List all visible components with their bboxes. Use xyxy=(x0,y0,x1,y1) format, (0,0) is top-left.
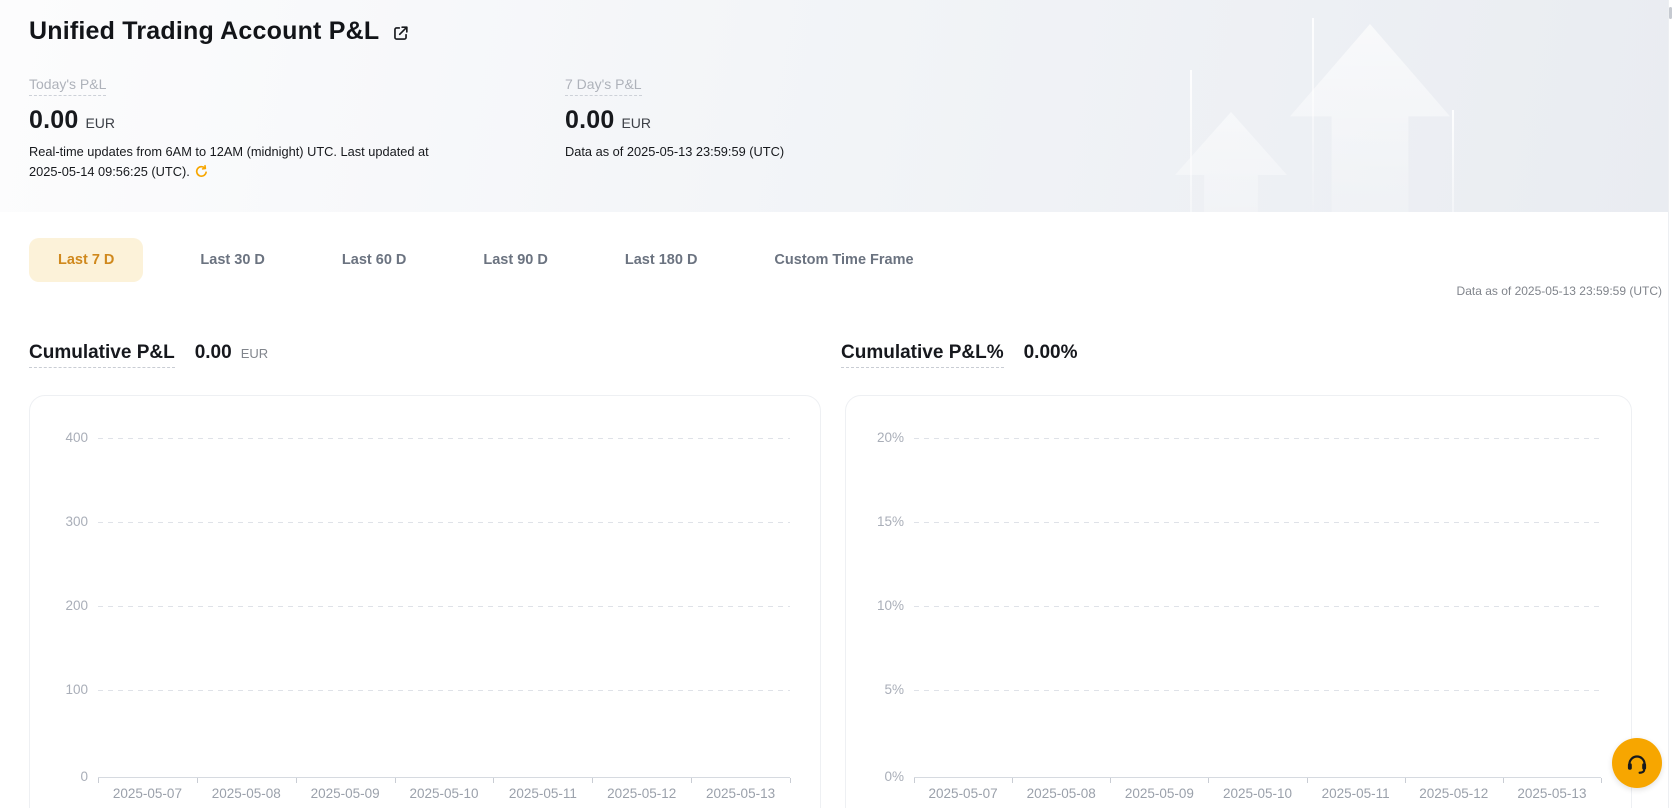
x-axis-date-label: 2025-05-09 xyxy=(1104,786,1214,801)
y-axis-tick-label: 100 xyxy=(30,682,88,697)
seven-day-pnl-currency: EUR xyxy=(621,115,651,131)
x-axis-date-label: 2025-05-08 xyxy=(1006,786,1116,801)
unified-trading-pnl-page: Unified Trading Account P&L Today's P&L … xyxy=(0,0,1673,808)
x-axis-tick xyxy=(493,778,494,783)
time-range-tabs: Last 7 D Last 30 D Last 60 D Last 90 D Last … xyxy=(29,238,934,282)
x-axis-tick xyxy=(790,778,791,783)
cumulative-pnl-chart: 40030020010002025-05-072025-05-082025-05… xyxy=(29,395,821,808)
page-title-row: Unified Trading Account P&L xyxy=(29,17,410,46)
x-axis-line xyxy=(98,777,790,778)
todays-pnl-value: 0.00 EUR xyxy=(29,106,429,135)
x-axis-date-label: 2025-05-07 xyxy=(908,786,1018,801)
external-link-icon[interactable] xyxy=(391,24,410,43)
y-axis-tick-label: 20% xyxy=(846,430,904,445)
x-axis-date-label: 2025-05-10 xyxy=(389,786,499,801)
x-axis-date-label: 2025-05-13 xyxy=(1497,786,1607,801)
seven-day-pnl-note: Data as of 2025-05-13 23:59:59 (UTC) xyxy=(565,142,784,162)
y-gridline xyxy=(914,690,1601,691)
up-arrow-decoration xyxy=(1290,24,1450,212)
y-axis-tick-label: 5% xyxy=(846,682,904,697)
cumulative-pnl-value: 0.00 xyxy=(195,342,232,364)
tab-last-30-d[interactable]: Last 30 D xyxy=(180,238,284,282)
y-gridline xyxy=(914,438,1601,439)
y-axis-tick-label: 200 xyxy=(30,598,88,613)
y-axis-tick-label: 300 xyxy=(30,514,88,529)
y-gridline xyxy=(98,690,790,691)
customer-support-button[interactable] xyxy=(1612,738,1662,788)
cumulative-pnl-pct-chart: 20%15%10%5%0%2025-05-072025-05-082025-05… xyxy=(845,395,1632,808)
cumulative-pnl-pct-title[interactable]: Cumulative P&L% xyxy=(841,342,1004,368)
banner-decoration-line xyxy=(1190,70,1192,212)
y-axis-tick-label: 0% xyxy=(846,769,904,784)
headset-icon xyxy=(1624,750,1650,776)
x-axis-date-label: 2025-05-07 xyxy=(92,786,202,801)
y-axis-tick-label: 0 xyxy=(30,769,88,784)
cumulative-pnl-title[interactable]: Cumulative P&L xyxy=(29,342,175,368)
x-axis-tick xyxy=(914,778,915,783)
x-axis-date-label: 2025-05-13 xyxy=(686,786,796,801)
banner-decoration-line xyxy=(1452,110,1454,212)
y-axis-tick-label: 10% xyxy=(846,598,904,613)
x-axis-date-label: 2025-05-11 xyxy=(488,786,598,801)
x-axis-tick xyxy=(395,778,396,783)
x-axis-tick xyxy=(1307,778,1308,783)
x-axis-tick xyxy=(592,778,593,783)
x-axis-tick xyxy=(296,778,297,783)
tab-custom-time-frame[interactable]: Custom Time Frame xyxy=(754,238,933,282)
data-as-of-note: Data as of 2025-05-13 23:59:59 (UTC) xyxy=(1457,284,1662,298)
x-axis-tick xyxy=(1503,778,1504,783)
todays-pnl-amount: 0.00 xyxy=(29,106,78,135)
cumulative-pnl-pct-value: 0.00% xyxy=(1024,342,1078,364)
y-gridline xyxy=(98,522,790,523)
seven-day-pnl-value: 0.00 EUR xyxy=(565,106,784,135)
y-gridline xyxy=(98,606,790,607)
y-gridline xyxy=(914,606,1601,607)
x-axis-tick xyxy=(691,778,692,783)
seven-day-pnl-label[interactable]: 7 Day's P&L xyxy=(565,76,642,96)
todays-pnl-note: Real-time updates from 6AM to 12AM (midn… xyxy=(29,142,429,182)
cumulative-pnl-pct-title-row: Cumulative P&L% 0.00% xyxy=(841,342,1077,368)
todays-pnl-currency: EUR xyxy=(85,115,115,131)
x-axis-date-label: 2025-05-09 xyxy=(290,786,400,801)
y-gridline xyxy=(914,522,1601,523)
scrollbar-thumb[interactable] xyxy=(1669,7,1672,19)
cumulative-pnl-unit: EUR xyxy=(241,346,268,361)
tab-last-7-d[interactable]: Last 7 D xyxy=(29,238,143,282)
y-axis-tick-label: 15% xyxy=(846,514,904,529)
y-axis-tick-label: 400 xyxy=(30,430,88,445)
x-axis-tick xyxy=(1012,778,1013,783)
x-axis-tick xyxy=(1208,778,1209,783)
seven-day-pnl-amount: 0.00 xyxy=(565,106,614,135)
x-axis-date-label: 2025-05-11 xyxy=(1301,786,1411,801)
tab-last-180-d[interactable]: Last 180 D xyxy=(605,238,718,282)
seven-day-pnl-block: 7 Day's P&L 0.00 EUR Data as of 2025-05-… xyxy=(565,76,784,162)
y-gridline xyxy=(98,438,790,439)
x-axis-tick xyxy=(1601,778,1602,783)
todays-pnl-label[interactable]: Today's P&L xyxy=(29,76,106,96)
cumulative-pnl-title-row: Cumulative P&L 0.00 EUR xyxy=(29,342,268,368)
vertical-scrollbar[interactable] xyxy=(1668,0,1673,808)
tab-last-90-d[interactable]: Last 90 D xyxy=(463,238,567,282)
tab-last-60-d[interactable]: Last 60 D xyxy=(322,238,426,282)
todays-pnl-block: Today's P&L 0.00 EUR Real-time updates f… xyxy=(29,76,429,182)
x-axis-tick xyxy=(98,778,99,783)
x-axis-tick xyxy=(1405,778,1406,783)
x-axis-date-label: 2025-05-12 xyxy=(587,786,697,801)
x-axis-date-label: 2025-05-08 xyxy=(191,786,301,801)
x-axis-tick xyxy=(197,778,198,783)
x-axis-date-label: 2025-05-10 xyxy=(1203,786,1313,801)
x-axis-tick xyxy=(1110,778,1111,783)
refresh-icon[interactable] xyxy=(194,164,209,179)
x-axis-date-label: 2025-05-12 xyxy=(1399,786,1509,801)
page-title: Unified Trading Account P&L xyxy=(29,17,379,46)
x-axis-line xyxy=(914,777,1601,778)
